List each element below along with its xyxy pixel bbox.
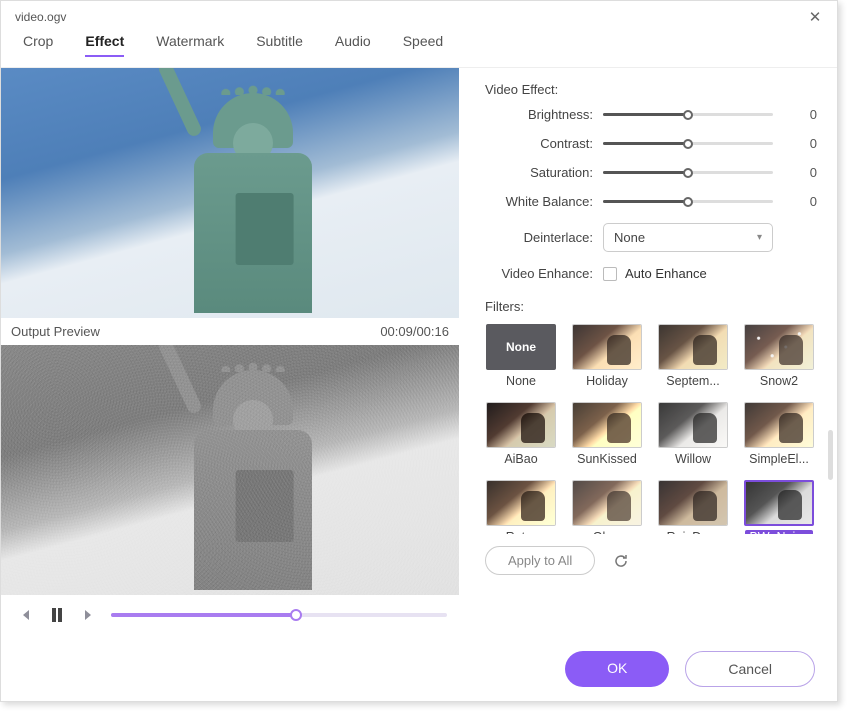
deinterlace-label: Deinterlace: <box>485 230 603 245</box>
filter-bwnoise[interactable]: BW_Noise <box>743 480 815 534</box>
filter-label: Snow2 <box>760 374 798 388</box>
apply-to-all-button[interactable]: Apply to All <box>485 546 595 575</box>
pause-icon[interactable] <box>47 605 67 625</box>
tab-subtitle[interactable]: Subtitle <box>256 33 303 57</box>
filter-sunkissed[interactable]: SunKissed <box>571 402 643 466</box>
slider-label: Contrast: <box>485 136 603 151</box>
saturation-slider[interactable] <box>603 166 773 180</box>
filter-label: Septem... <box>666 374 720 388</box>
auto-enhance-checkbox[interactable] <box>603 267 617 281</box>
close-icon[interactable]: ✕ <box>805 7 825 27</box>
window-title: video.ogv <box>15 10 66 24</box>
next-frame-icon[interactable] <box>79 605 99 625</box>
filter-label: RainDrop <box>667 530 720 534</box>
slider-value: 0 <box>793 194 817 209</box>
filter-raindrop[interactable]: RainDrop <box>657 480 729 534</box>
filter-snow2[interactable]: Snow2 <box>743 324 815 388</box>
filter-label: Glow <box>593 530 621 534</box>
filter-holiday[interactable]: Holiday <box>571 324 643 388</box>
filter-glow[interactable]: Glow <box>571 480 643 534</box>
filter-willow[interactable]: Willow <box>657 402 729 466</box>
video-effect-heading: Video Effect: <box>485 82 817 97</box>
filters-scrollbar[interactable] <box>828 430 833 480</box>
filter-none[interactable]: NoneNone <box>485 324 557 388</box>
filter-aibao[interactable]: AiBao <box>485 402 557 466</box>
video-enhance-label: Video Enhance: <box>485 266 603 281</box>
seek-slider[interactable] <box>111 607 447 623</box>
deinterlace-select[interactable]: None ▾ <box>603 223 773 252</box>
auto-enhance-label: Auto Enhance <box>625 266 707 281</box>
tab-effect[interactable]: Effect <box>85 33 124 57</box>
filter-label: Retro <box>506 530 537 534</box>
ok-button[interactable]: OK <box>565 651 669 687</box>
filter-label: None <box>506 374 536 388</box>
cancel-button[interactable]: Cancel <box>685 651 815 687</box>
whitebalance-slider[interactable] <box>603 195 773 209</box>
filter-label: BW_Noise <box>745 530 812 534</box>
tab-audio[interactable]: Audio <box>335 33 371 57</box>
filter-label: SunKissed <box>577 452 637 466</box>
filters-heading: Filters: <box>485 299 817 314</box>
output-preview-label: Output Preview <box>11 324 100 339</box>
original-preview <box>1 68 459 318</box>
slider-value: 0 <box>793 165 817 180</box>
tab-speed[interactable]: Speed <box>403 33 443 57</box>
brightness-slider[interactable] <box>603 108 773 122</box>
filter-simpleel[interactable]: SimpleEl... <box>743 402 815 466</box>
filter-septem[interactable]: Septem... <box>657 324 729 388</box>
filter-label: Willow <box>675 452 711 466</box>
tab-crop[interactable]: Crop <box>23 33 53 57</box>
filter-label: Holiday <box>586 374 628 388</box>
filter-label: SimpleEl... <box>749 452 809 466</box>
preview-time: 00:09/00:16 <box>380 324 449 339</box>
filter-label: AiBao <box>504 452 537 466</box>
filter-retro[interactable]: Retro <box>485 480 557 534</box>
contrast-slider[interactable] <box>603 137 773 151</box>
slider-label: White Balance: <box>485 194 603 209</box>
prev-frame-icon[interactable] <box>15 605 35 625</box>
slider-label: Brightness: <box>485 107 603 122</box>
slider-value: 0 <box>793 136 817 151</box>
slider-label: Saturation: <box>485 165 603 180</box>
tab-bar: Crop Effect Watermark Subtitle Audio Speed <box>1 33 837 68</box>
chevron-down-icon: ▾ <box>757 232 762 243</box>
output-preview <box>1 345 459 595</box>
tab-watermark[interactable]: Watermark <box>156 33 224 57</box>
slider-value: 0 <box>793 107 817 122</box>
reset-icon[interactable] <box>611 551 631 571</box>
